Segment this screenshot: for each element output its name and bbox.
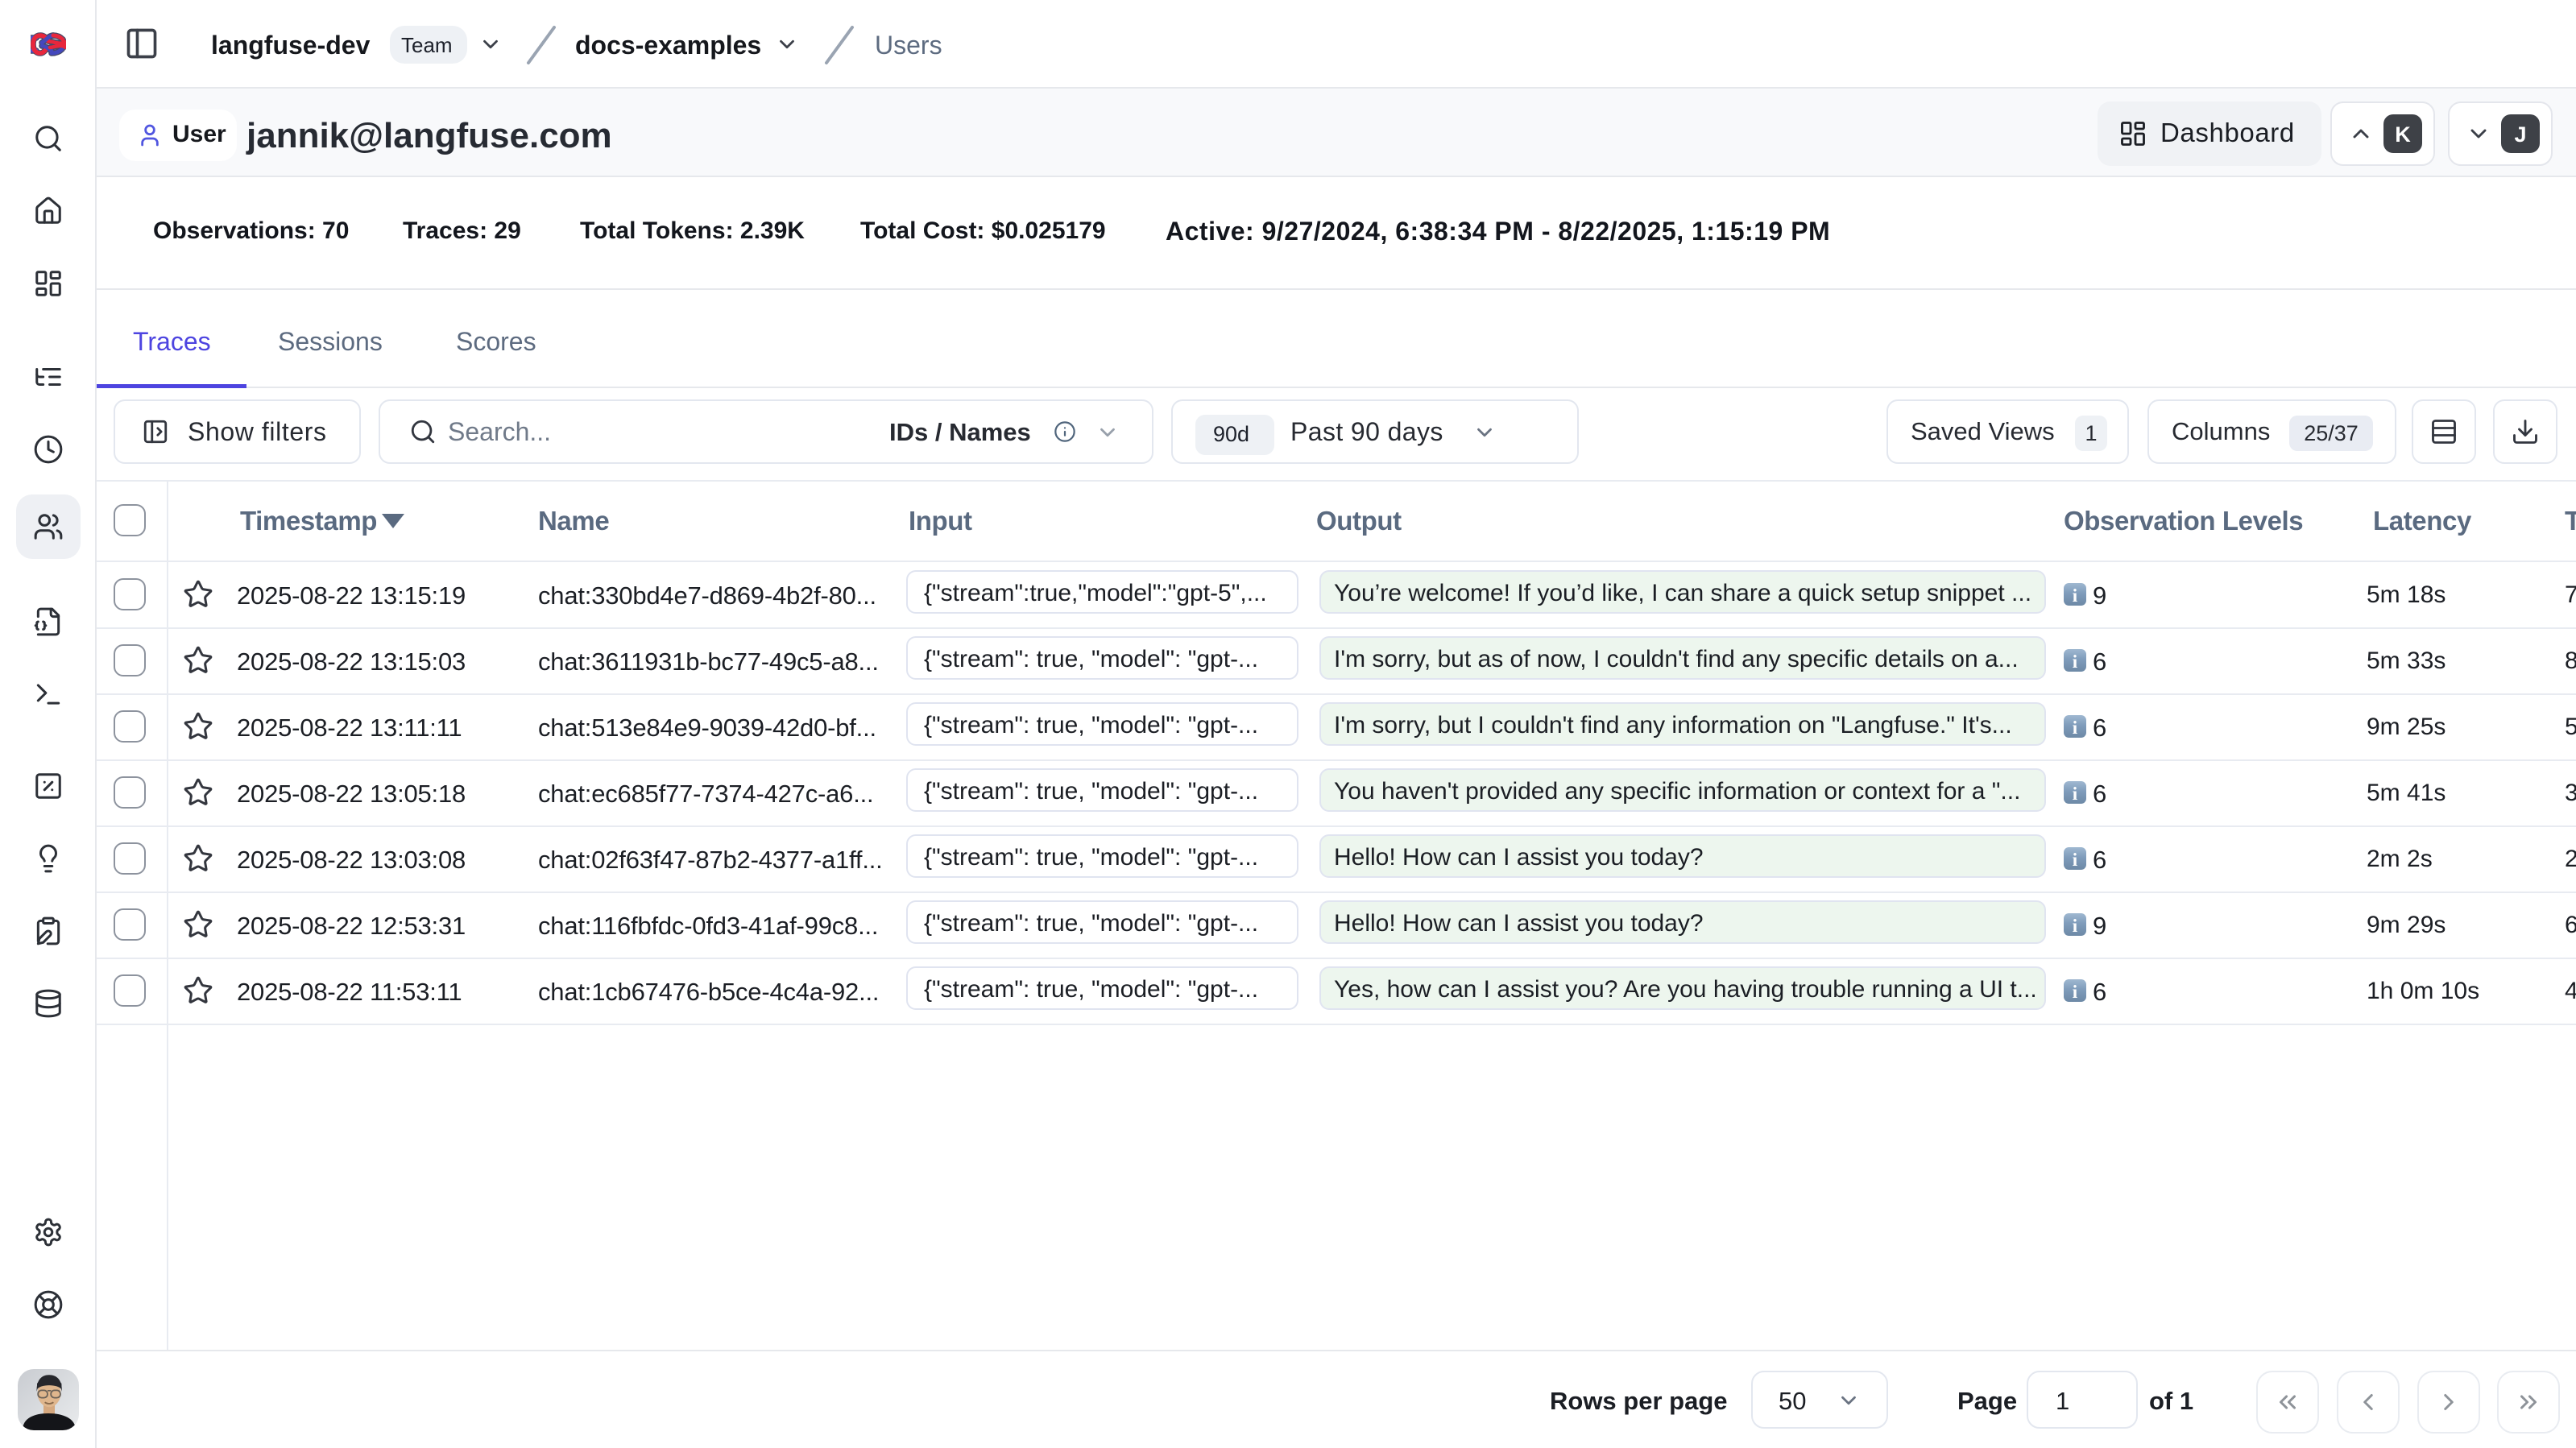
svg-text:i: i <box>2073 784 2078 804</box>
svg-text:i: i <box>2073 585 2078 606</box>
svg-text:i: i <box>2073 652 2078 672</box>
svg-text:i: i <box>2073 982 2078 1002</box>
svg-text:i: i <box>2073 850 2078 870</box>
svg-text:i: i <box>2073 916 2078 936</box>
svg-text:i: i <box>2073 718 2078 738</box>
